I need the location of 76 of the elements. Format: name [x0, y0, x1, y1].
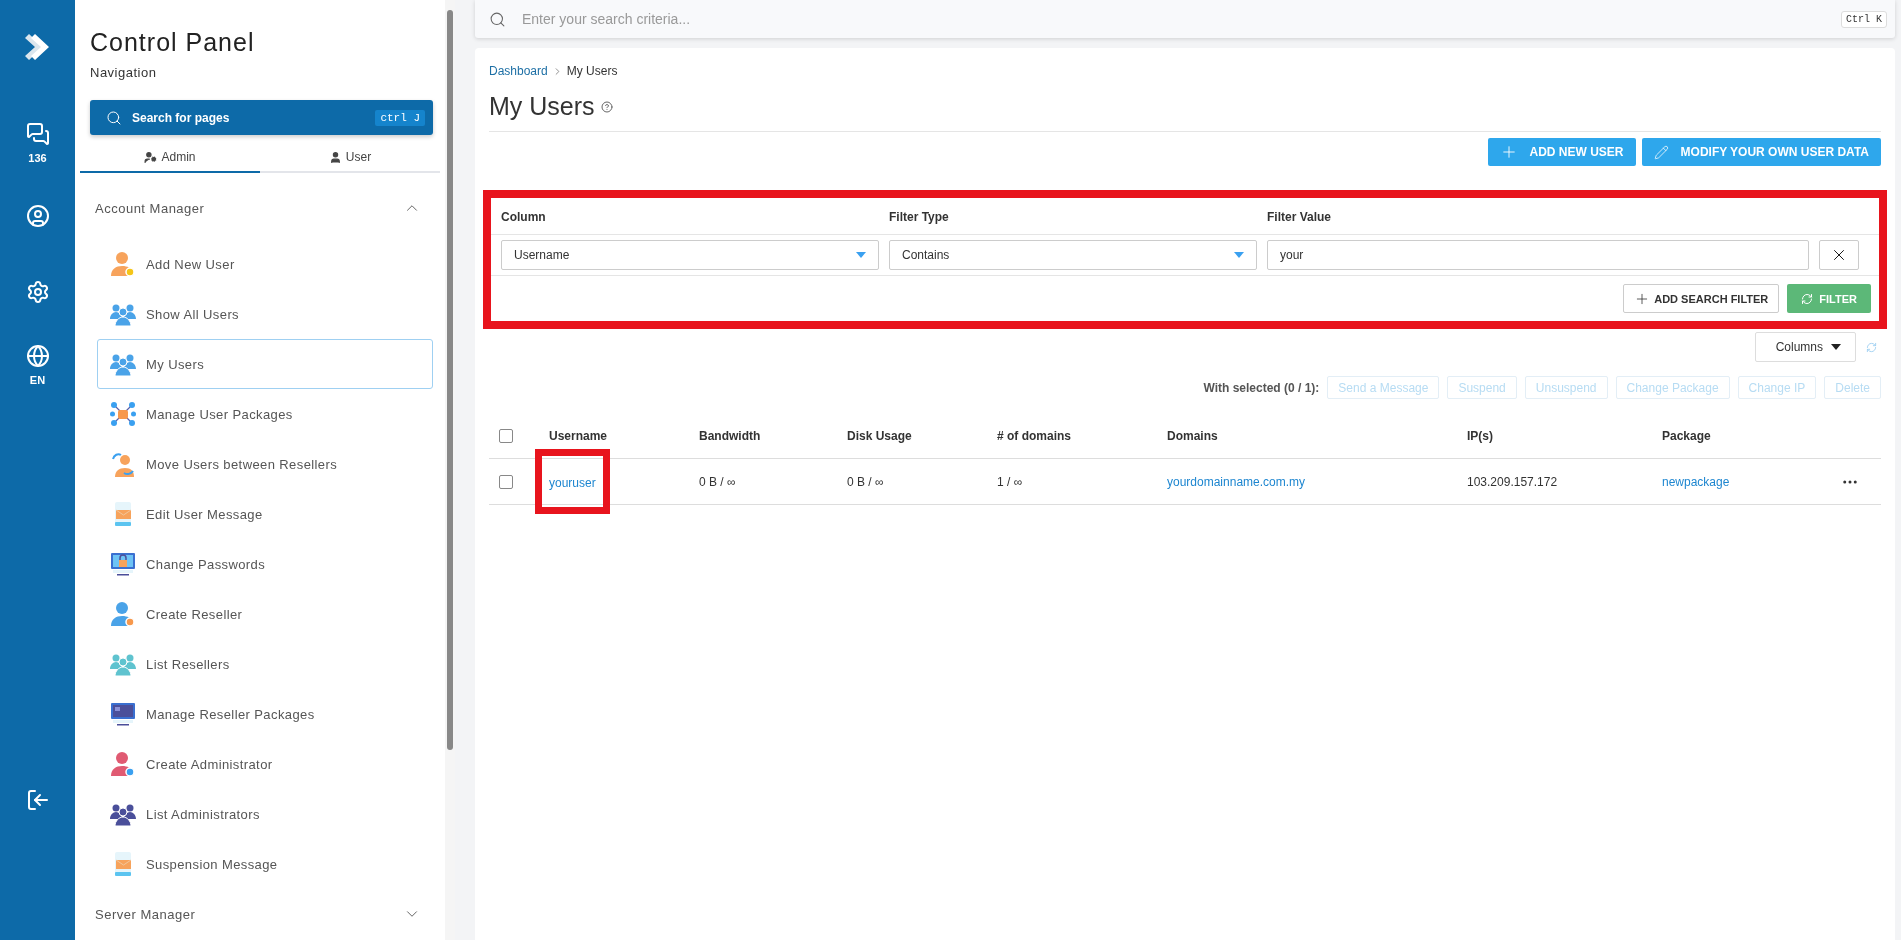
user-transfer-icon: [110, 451, 136, 477]
user-icon: [110, 751, 136, 777]
caret-icon: [1831, 344, 1841, 350]
network-icon: [110, 401, 136, 427]
table-link[interactable]: newpackage: [1662, 474, 1730, 489]
row-checkbox[interactable]: [499, 474, 513, 489]
global-search-field[interactable]: Enter your search criteria... Ctrl K: [475, 0, 1895, 38]
search-icon: [106, 109, 122, 126]
add-filter-button[interactable]: ADD SEARCH FILTER: [1623, 284, 1780, 313]
table-cell: 103.209.157.172: [1467, 474, 1558, 489]
page-title: My Users: [489, 92, 595, 121]
column-header: Username: [549, 428, 609, 443]
nav-item[interactable]: Edit User Message: [97, 489, 433, 539]
language-icon[interactable]: [25, 344, 50, 368]
settings-icon[interactable]: [25, 280, 50, 304]
filter-heading: Column: [501, 209, 547, 226]
column-header: Bandwidth: [699, 428, 762, 443]
message-count: 136: [28, 152, 47, 164]
breadcrumb-current: My Users: [566, 64, 618, 78]
nav-item[interactable]: Manage Reseller Packages: [97, 689, 433, 739]
user-gear-icon: [144, 150, 158, 164]
selection-count: With selected (0 / 1):: [1203, 380, 1320, 395]
nav-item[interactable]: Change Passwords: [97, 539, 433, 589]
language-label: EN: [29, 374, 46, 386]
monitor-lock-icon: [110, 551, 136, 577]
role-tab[interactable]: User: [260, 143, 440, 173]
role-tab[interactable]: Admin: [80, 143, 260, 173]
user-icon: [110, 601, 136, 627]
search-icon: [489, 10, 506, 28]
nav-item[interactable]: Manage User Packages: [97, 389, 433, 439]
column-select[interactable]: Username: [501, 240, 879, 270]
refresh-icon: [1801, 292, 1814, 305]
panel-title: Control Panel: [90, 28, 256, 57]
help-icon[interactable]: [600, 100, 613, 113]
nav-item[interactable]: Add New User: [97, 239, 433, 289]
monitor-icon: [110, 701, 136, 727]
nav-item[interactable]: My Users: [97, 339, 433, 389]
column-header: # of domains: [997, 428, 1072, 443]
column-header: Disk Usage: [847, 428, 913, 443]
filter-type-select[interactable]: Contains: [889, 240, 1257, 270]
nav-item[interactable]: Create Reseller: [97, 589, 433, 639]
pencil-icon: [1653, 144, 1669, 160]
dropdown-caret-icon: [856, 252, 866, 258]
nav-item[interactable]: List Resellers: [97, 639, 433, 689]
column-header: Package: [1662, 428, 1712, 443]
section-header[interactable]: Server Manager: [90, 889, 433, 939]
page-search-button[interactable]: Search for pages ctrl J: [90, 100, 433, 135]
chat-icon[interactable]: [25, 122, 50, 146]
nav-item[interactable]: Create Administrator: [97, 739, 433, 789]
scrollbar[interactable]: [445, 0, 455, 940]
breadcrumb-link[interactable]: Dashboard: [489, 64, 548, 78]
filter-heading: Filter Value: [1267, 209, 1333, 226]
table-link[interactable]: youruser: [549, 475, 596, 490]
nav-item[interactable]: Show All Users: [97, 289, 433, 339]
nav-item[interactable]: Suspension Message: [97, 839, 433, 889]
user-icon: [328, 150, 342, 164]
filter-value-field[interactable]: your: [1267, 240, 1809, 270]
table-link[interactable]: yourdomainname.com.my: [1167, 474, 1306, 489]
select-all-checkbox[interactable]: [499, 428, 513, 443]
table-cell: 0 B / ∞: [847, 474, 884, 489]
filter-heading: Filter Type: [889, 209, 950, 226]
section-header[interactable]: Account Manager: [90, 183, 433, 233]
panel-subtitle: Navigation: [90, 65, 158, 80]
table-cell: 0 B / ∞: [699, 474, 736, 489]
table-cell: 1 / ∞: [997, 474, 1023, 489]
nav-item[interactable]: Move Users between Resellers: [97, 439, 433, 489]
account-icon[interactable]: [25, 204, 50, 228]
column-header: IP(s): [1467, 428, 1494, 443]
nav-item[interactable]: List Administrators: [97, 789, 433, 839]
shortcut-key: Ctrl K: [1841, 10, 1887, 28]
columns-dropdown[interactable]: Columns: [1754, 332, 1856, 362]
logout-icon[interactable]: [25, 788, 50, 812]
dropdown-caret-icon: [1234, 252, 1244, 258]
shortcut-key: ctrl J: [375, 109, 425, 126]
column-header: Domains: [1167, 428, 1219, 443]
user-icon: [110, 251, 136, 277]
